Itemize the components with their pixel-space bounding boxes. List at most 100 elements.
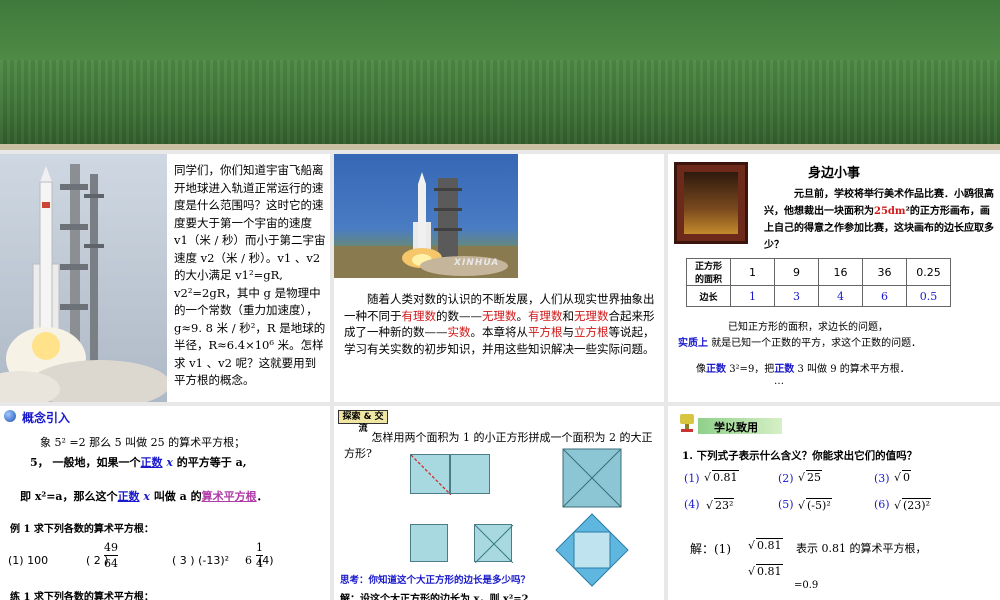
ellipsis: … [774, 376, 784, 387]
radicand: 0.81 [712, 470, 739, 484]
term-cube-root: 立方根 [574, 325, 609, 339]
slide-panel-6[interactable]: 学以致用 1. 下列式子表示什么含义？你能求出它们的值吗？ (1) √ 0.81 … [668, 406, 1000, 600]
def-part: 像 [696, 364, 706, 375]
radicand: 0 [902, 470, 912, 484]
painting-canvas [684, 172, 738, 234]
slide-panel-4[interactable]: 概念引入 象 5² =2 那么 5 叫做 25 的算术平方根； 5， 一般地，如… [0, 406, 330, 600]
term-irrational: 无理数 [574, 308, 609, 323]
example-1-d-label: (4) [258, 554, 274, 567]
term-square-root: 平方根 [528, 325, 563, 339]
concept-part: 5， 一般地，如果一个 [30, 456, 141, 469]
panel-title: 身边小事 [808, 166, 861, 181]
item-label: (4) [684, 498, 700, 511]
example-1-title: 例 1 求下列各数的算术平方根： [10, 524, 154, 535]
table-cell: 6 [862, 285, 907, 307]
area-value: 25dm [874, 206, 906, 217]
table-cell: 36 [862, 258, 907, 286]
intro-text: 和 [562, 308, 575, 323]
item-label: (6) [874, 498, 890, 511]
example-1-d: 6 [245, 554, 252, 567]
concept-part: ． [256, 490, 268, 503]
table-cell: 9 [774, 258, 819, 286]
intro-text: 。本章将从 [470, 325, 529, 339]
concept-part: 即 x²=a，那么这个 [20, 490, 118, 503]
var-x: x [143, 490, 150, 503]
definition-line: 像正数 3²=9，把正数 3 叫做 9 的算术平方根． [696, 360, 910, 375]
essence-label: 实质上 [678, 338, 708, 349]
story-text: 元旦前，学校将举行美术作品比赛．小鸥很高兴，他想裁出一块面积为25dm²的正方形… [764, 186, 994, 254]
radicand: 23² [714, 498, 735, 512]
solution-root: √ 0.81 [748, 564, 783, 578]
root-expression: √ (-5)² [798, 498, 832, 512]
section-header: 学以致用 [672, 410, 794, 434]
small-square [450, 454, 490, 494]
table-cell: 1 [730, 285, 775, 307]
intro-text: 与 [562, 325, 575, 339]
solution-text: 表示 0.81 的算术平方根， [796, 542, 927, 555]
numerator: 49 [104, 541, 118, 556]
concept-line-1: 象 5² =2 那么 5 叫做 25 的算术平方根； [40, 436, 246, 449]
think-prompt: 思考：你知道这个大正方形的边长是多少吗？ [340, 575, 531, 586]
term-rational: 有理数 [528, 308, 563, 323]
term-positive: 正数 [117, 490, 140, 503]
diagonal-cut [410, 454, 452, 496]
slide-panel-5[interactable]: 探索 & 交流 怎样用两个面积为 1 的小正方形拼成一个面积为 2 的大正方形?… [334, 406, 664, 600]
term-irrational: 无理数 [482, 308, 517, 323]
number-system-intro: 随着人类对数的认识的不断发展，人们从现实世界抽象出一种不同于有理数的数——无理数… [344, 291, 656, 357]
small-square [410, 524, 448, 562]
solution-label: 解：(1) [690, 542, 731, 556]
section-title: 概念引入 [22, 411, 71, 425]
term-positive: 正数 [774, 364, 795, 375]
square-area-table: 正方形的面积 1 9 16 36 0.25 边长 1 3 4 6 0.5 [686, 258, 951, 307]
term-rational: 有理数 [401, 308, 437, 323]
term-arithmetic-sqrt: 算术平方根 [201, 490, 257, 503]
concept-line-2: 5， 一般地，如果一个正数 x 的平方等于 a, [30, 454, 247, 470]
radicand: (23)² [902, 498, 932, 512]
essence-line: 就是已知一个正数的平方，求这个正数的问题． [711, 338, 922, 349]
framed-painting-image [674, 162, 748, 244]
root-expression: √ 23² [706, 498, 735, 512]
small-square-cut [474, 524, 514, 564]
term-positive: 正数 [706, 364, 726, 375]
table-cell: 3 [774, 285, 819, 307]
essence-text: 已知正方形的面积，求边长的问题， 实质上 就是已知一个正数的平方，求这个正数的问… [678, 320, 994, 352]
table-header-area: 正方形的面积 [686, 258, 731, 286]
section-title: 学以致用 [714, 421, 758, 434]
concept-part: 叫做 a 的 [153, 490, 202, 503]
solution-equals: =0.9 [794, 580, 819, 591]
globe-icon [4, 410, 16, 422]
banner-grassland-image [0, 0, 1000, 150]
concept-part: 的平方等于 a, [176, 456, 247, 469]
intro-text: 。 [516, 308, 529, 323]
table-header-side: 边长 [686, 285, 731, 307]
def-part: 3 叫做 9 的算术平方根． [797, 364, 910, 375]
root-expression: √ 25 [798, 470, 823, 484]
radicand: (-5)² [806, 498, 832, 512]
item-label: (3) [874, 472, 890, 485]
item-label: (1) [684, 472, 700, 485]
slide-panel-2[interactable]: XINHUA 随着人类对数的认识的不断发展，人们从现实世界抽象出一种不同于有理数… [334, 154, 664, 402]
trophy-icon [680, 414, 694, 432]
rocket-tower-photo: XINHUA [334, 154, 518, 278]
banner-grass [0, 60, 1000, 150]
solution-start: 解：设这个大正方形的边长为 x，则 x²=2 [340, 594, 529, 600]
xinhua-watermark: XINHUA [454, 258, 500, 268]
table-cell: 0.25 [906, 258, 951, 286]
radicand: 0.81 [756, 538, 783, 552]
denominator: 64 [104, 557, 118, 570]
var-x: x [166, 456, 173, 469]
cross-diagonals [474, 524, 514, 564]
fraction-49-64: 49 64 [104, 540, 118, 571]
rotated-square-assembled [555, 513, 629, 587]
slide-panel-3[interactable]: 身边小事 元旦前，学校将举行美术作品比赛．小鸥很高兴，他想裁出一块面积为25dm… [668, 154, 1000, 402]
slide-panel-1[interactable]: 同学们，你们知道宇宙飞船离开地球进入轨道正常运行的速度是什么范围吗？这时它的速度… [0, 154, 330, 402]
large-square-assembled [562, 448, 622, 508]
solution-root: √ 0.81 [748, 538, 783, 552]
root-expression: √ 0 [894, 470, 912, 484]
intro-text: 的数—— [436, 308, 482, 323]
table-cell: 16 [818, 258, 863, 286]
velocity-intro-text: 同学们，你们知道宇宙飞船离开地球进入轨道正常运行的速度是什么范围吗？这时它的速度… [174, 163, 326, 387]
explore-tag: 探索 & 交流 [338, 410, 388, 434]
rocket-launch-illustration [0, 164, 170, 402]
item-label: (2) [778, 472, 794, 485]
